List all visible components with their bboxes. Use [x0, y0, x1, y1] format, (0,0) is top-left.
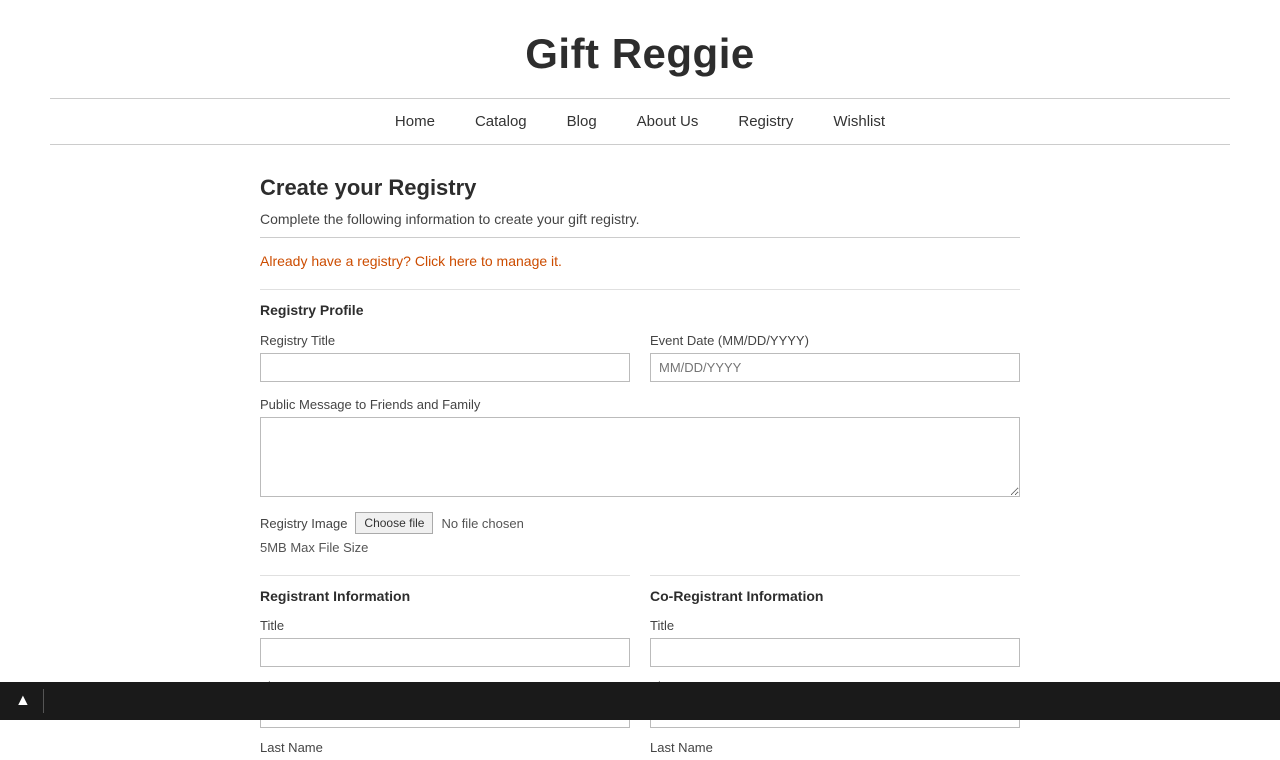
nav-catalog[interactable]: Catalog: [475, 113, 527, 130]
registry-profile-section: Registry Profile Registry Title Event Da…: [260, 289, 1020, 555]
public-message-label: Public Message to Friends and Family: [260, 397, 1020, 412]
co-registrant-lastname-group: Last Name: [650, 740, 1020, 760]
divider: [260, 237, 1020, 238]
footer-bar: ▲: [0, 682, 1280, 720]
main-content: Create your Registry Complete the follow…: [240, 175, 1040, 760]
registry-profile-header: Registry Profile: [260, 289, 1020, 318]
site-title: Gift Reggie: [0, 30, 1280, 78]
no-file-text: No file chosen: [441, 516, 523, 531]
site-header: Gift Reggie: [0, 0, 1280, 98]
public-message-group: Public Message to Friends and Family: [260, 397, 1020, 497]
registrant-title-input[interactable]: [260, 638, 630, 667]
nav-registry[interactable]: Registry: [738, 113, 793, 130]
nav-blog[interactable]: Blog: [567, 113, 597, 130]
co-registrant-title-group: Title: [650, 618, 1020, 667]
event-date-input[interactable]: [650, 353, 1020, 382]
scroll-up-button[interactable]: ▲: [15, 692, 31, 710]
public-message-row: Public Message to Friends and Family: [260, 397, 1020, 497]
nav-about-us[interactable]: About Us: [637, 113, 699, 130]
registrant-lastname-label: Last Name: [260, 740, 630, 755]
registrant-lastname-group: Last Name: [260, 740, 630, 760]
registry-title-label: Registry Title: [260, 333, 630, 348]
co-registrant-lastname-label: Last Name: [650, 740, 1020, 755]
registry-title-date-row: Registry Title Event Date (MM/DD/YYYY): [260, 333, 1020, 382]
co-registrant-section-title: Co-Registrant Information: [650, 575, 1020, 604]
registrant-title-group: Title: [260, 618, 630, 667]
co-registrant-section: Co-Registrant Information Title First Na…: [650, 575, 1020, 760]
registrant-section-title: Registrant Information: [260, 575, 630, 604]
event-date-label: Event Date (MM/DD/YYYY): [650, 333, 1020, 348]
registry-title-input[interactable]: [260, 353, 630, 382]
page-description: Complete the following information to cr…: [260, 211, 1020, 227]
nav-wishlist[interactable]: Wishlist: [833, 113, 885, 130]
page-title: Create your Registry: [260, 175, 1020, 201]
registry-title-group: Registry Title: [260, 333, 630, 382]
registry-image-label: Registry Image: [260, 516, 347, 531]
co-registrant-title-label: Title: [650, 618, 1020, 633]
footer-divider: [43, 689, 44, 713]
registrant-title-label: Title: [260, 618, 630, 633]
existing-registry-link[interactable]: Already have a registry? Click here to m…: [260, 253, 1020, 269]
public-message-input[interactable]: [260, 417, 1020, 497]
registrant-section: Registrant Information Title First Name …: [260, 575, 630, 760]
registry-image-row: Registry Image Choose file No file chose…: [260, 512, 1020, 534]
nav-home[interactable]: Home: [395, 113, 435, 130]
file-size-note: 5MB Max File Size: [260, 540, 1020, 555]
co-registrant-title-input[interactable]: [650, 638, 1020, 667]
registrant-sections: Registrant Information Title First Name …: [260, 575, 1020, 760]
nav-bar: Home Catalog Blog About Us Registry Wish…: [50, 98, 1230, 145]
event-date-group: Event Date (MM/DD/YYYY): [650, 333, 1020, 382]
choose-file-button[interactable]: Choose file: [355, 512, 433, 534]
